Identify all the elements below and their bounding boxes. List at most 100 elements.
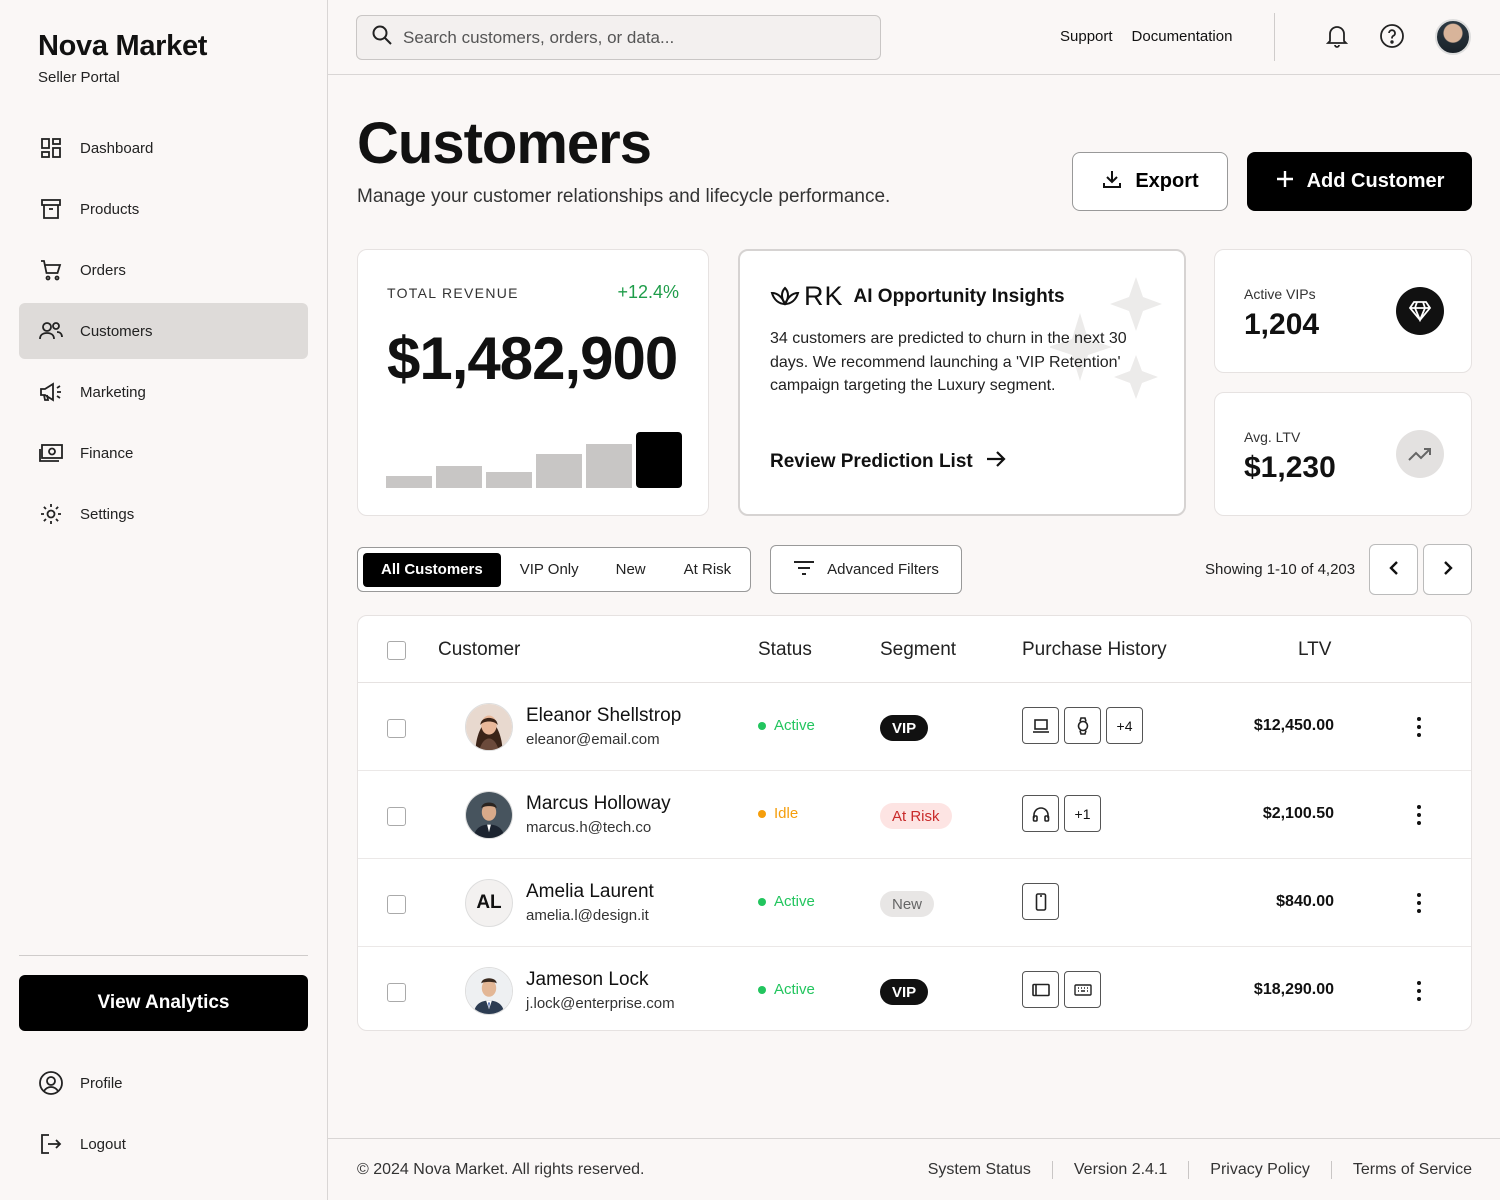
select-all-checkbox[interactable]	[387, 641, 406, 660]
table-row[interactable]: Eleanor Shellstrop eleanor@email.com Act…	[358, 683, 1471, 771]
top-links: Support Documentation	[1060, 28, 1232, 45]
terms-of-service-link[interactable]: Terms of Service	[1353, 1161, 1472, 1179]
row-checkbox[interactable]	[387, 719, 406, 738]
sidebar-item-products[interactable]: Products	[19, 181, 308, 237]
more-options-icon[interactable]	[1409, 977, 1429, 1005]
megaphone-icon	[38, 379, 64, 405]
ai-header: RK AI Opportunity Insights	[770, 281, 1065, 312]
sidebar-item-customers[interactable]: Customers	[19, 303, 308, 359]
brand: Nova Market Seller Portal	[38, 30, 207, 86]
tab-new[interactable]: New	[616, 553, 646, 587]
sidebar-item-settings[interactable]: Settings	[19, 486, 308, 542]
privacy-policy-link[interactable]: Privacy Policy	[1210, 1161, 1310, 1179]
customer-name[interactable]: Marcus Holloway	[526, 793, 671, 815]
row-checkbox[interactable]	[387, 895, 406, 914]
documentation-link[interactable]: Documentation	[1132, 28, 1233, 45]
customer-name[interactable]: Amelia Laurent	[526, 881, 654, 903]
sidebar-bottom-nav: Profile Logout	[19, 1055, 308, 1177]
more-options-icon[interactable]	[1409, 801, 1429, 829]
sidebar-item-logout[interactable]: Logout	[19, 1116, 308, 1172]
search-input[interactable]	[403, 27, 843, 48]
more-options-icon[interactable]	[1409, 889, 1429, 917]
export-button[interactable]: Export	[1072, 152, 1228, 211]
lotus-logo-icon	[770, 284, 800, 310]
prev-page-button[interactable]	[1369, 544, 1418, 595]
customer-email: eleanor@email.com	[526, 731, 660, 748]
revenue-label: TOTAL REVENUE	[387, 285, 519, 301]
trending-up-icon	[1396, 430, 1444, 478]
purchase-history	[1022, 883, 1059, 920]
sidebar-item-marketing[interactable]: Marketing	[19, 364, 308, 420]
table-header: Customer Status Segment Purchase History…	[358, 616, 1471, 683]
col-status[interactable]: Status	[758, 639, 812, 661]
tab-at-risk[interactable]: At Risk	[684, 553, 732, 587]
table-row[interactable]: Jameson Lock j.lock@enterprise.com Activ…	[358, 947, 1471, 1032]
sidebar-item-finance[interactable]: Finance	[19, 425, 308, 481]
export-label: Export	[1135, 170, 1199, 192]
customer-name[interactable]: Eleanor Shellstrop	[526, 705, 681, 727]
col-customer[interactable]: Customer	[438, 639, 520, 661]
customer-avatar	[465, 703, 513, 751]
status-dot	[758, 809, 766, 818]
customer-name[interactable]: Jameson Lock	[526, 969, 649, 991]
next-page-button[interactable]	[1423, 544, 1472, 595]
more-items-count[interactable]: +1	[1064, 795, 1101, 832]
sidebar-item-dashboard[interactable]: Dashboard	[19, 120, 308, 176]
revenue-value: $1,482,900	[387, 325, 678, 392]
tablet-icon[interactable]	[1022, 971, 1059, 1008]
tab-all-customers[interactable]: All Customers	[363, 552, 501, 587]
customer-ltv: $12,450.00	[1253, 717, 1334, 734]
sidebar-item-label: Orders	[80, 261, 126, 279]
total-revenue-card: TOTAL REVENUE +12.4% $1,482,900	[357, 249, 709, 516]
more-options-icon[interactable]	[1409, 713, 1429, 741]
row-checkbox[interactable]	[387, 807, 406, 826]
sidebar-item-label: Settings	[80, 505, 135, 523]
purchase-history: +1	[1022, 795, 1101, 832]
ai-title: AI Opportunity Insights	[853, 285, 1065, 307]
diamond-icon	[1396, 287, 1444, 335]
ai-logo-text: RK	[804, 281, 844, 311]
view-analytics-button[interactable]: View Analytics	[19, 975, 308, 1031]
col-purchase-history[interactable]: Purchase History	[1022, 639, 1167, 661]
col-segment[interactable]: Segment	[880, 639, 956, 661]
col-ltv[interactable]: LTV	[1298, 639, 1331, 661]
watch-icon[interactable]	[1064, 707, 1101, 744]
avg-ltv-card: Avg. LTV $1,230	[1214, 392, 1472, 516]
system-status-link[interactable]: System Status	[928, 1161, 1031, 1179]
customer-email: marcus.h@tech.co	[526, 819, 652, 836]
bell-icon[interactable]	[1323, 22, 1351, 50]
tab-vip-only[interactable]: VIP Only	[520, 553, 579, 587]
phone-icon[interactable]	[1022, 883, 1059, 920]
keyboard-icon[interactable]	[1064, 971, 1101, 1008]
table-row[interactable]: AL Amelia Laurent amelia.l@design.it Act…	[358, 859, 1471, 947]
status-indicator: Idle	[758, 805, 798, 822]
user-avatar[interactable]	[1435, 19, 1471, 55]
search-box[interactable]	[356, 15, 881, 60]
add-customer-button[interactable]: Add Customer	[1247, 152, 1472, 211]
brand-name: Nova Market	[38, 30, 208, 62]
segment-tabs: All Customers VIP Only New At Risk	[357, 547, 751, 592]
review-prediction-link[interactable]: Review Prediction List	[770, 449, 1007, 475]
help-icon[interactable]	[1378, 22, 1406, 50]
revenue-bar	[636, 432, 682, 488]
headphones-icon[interactable]	[1022, 795, 1059, 832]
status-dot	[758, 985, 766, 994]
more-items-count[interactable]: +4	[1106, 707, 1143, 744]
laptop-icon[interactable]	[1022, 707, 1059, 744]
search-icon	[371, 24, 393, 51]
sidebar-item-label: Profile	[80, 1074, 123, 1092]
money-icon	[38, 440, 64, 466]
footer-separator	[1330, 1161, 1332, 1179]
support-link[interactable]: Support	[1060, 28, 1113, 45]
add-customer-label: Add Customer	[1306, 170, 1445, 192]
revenue-bar	[536, 454, 582, 488]
sidebar-item-label: Customers	[80, 322, 153, 340]
sidebar-item-orders[interactable]: Orders	[19, 242, 308, 298]
advanced-filters-button[interactable]: Advanced Filters	[770, 545, 962, 594]
revenue-bar	[436, 466, 482, 488]
page-subtitle: Manage your customer relationships and l…	[357, 186, 891, 207]
row-checkbox[interactable]	[387, 983, 406, 1002]
sidebar-item-label: Products	[80, 200, 140, 218]
sidebar-item-profile[interactable]: Profile	[19, 1055, 308, 1111]
table-row[interactable]: Marcus Holloway marcus.h@tech.co Idle At…	[358, 771, 1471, 859]
